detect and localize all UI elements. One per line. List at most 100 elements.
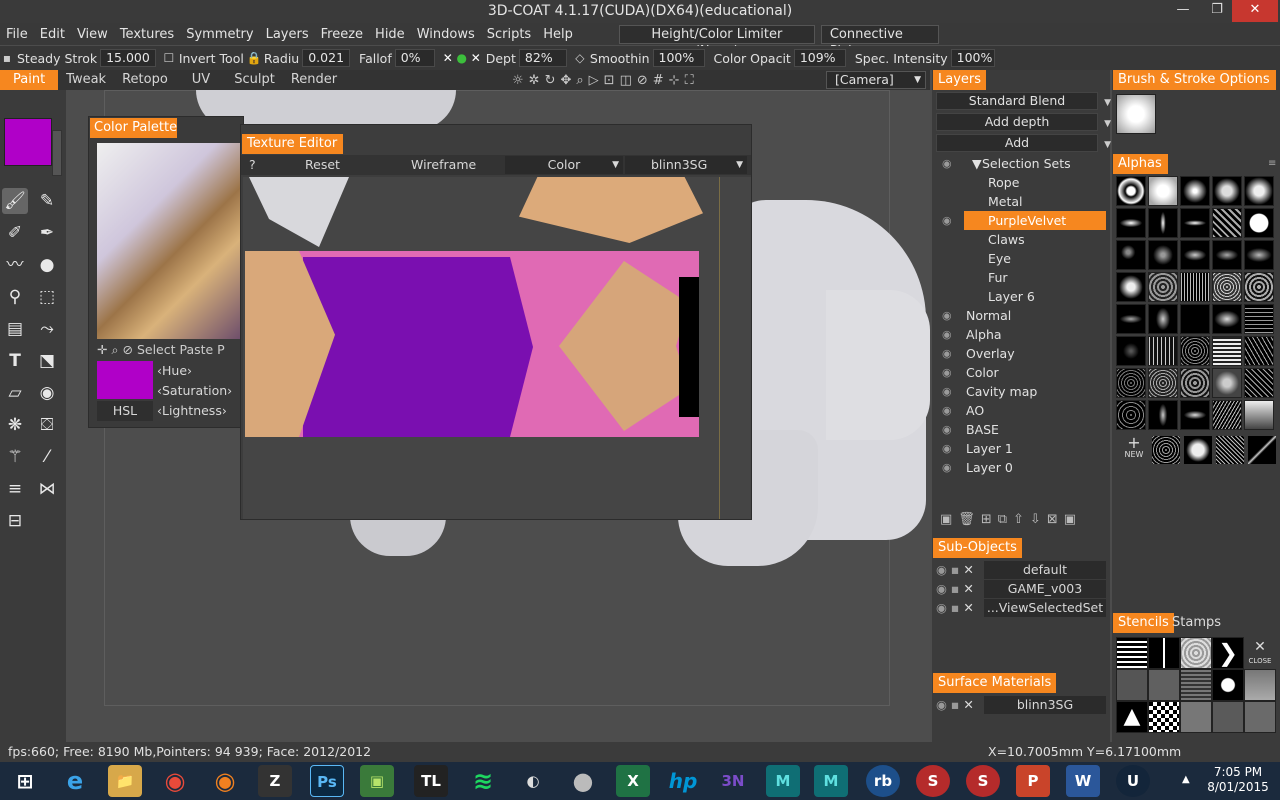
- tab-stencils[interactable]: Stencils: [1113, 613, 1174, 633]
- menu-layers[interactable]: Layers: [260, 27, 315, 42]
- powerpoint-icon[interactable]: P: [1016, 765, 1050, 797]
- alpha-thumb[interactable]: [1212, 304, 1242, 334]
- cube-icon[interactable]: ◫: [620, 73, 632, 88]
- alpha-thumb[interactable]: [1148, 176, 1178, 206]
- tab-retopo[interactable]: Retopo: [114, 70, 176, 90]
- play-icon[interactable]: ▷: [589, 73, 599, 88]
- add-dropdown[interactable]: Add ▼: [936, 134, 1111, 152]
- alpha-thumb[interactable]: [1212, 240, 1242, 270]
- picker-tool-icon[interactable]: ⁄: [34, 444, 60, 470]
- stencil-thumb[interactable]: [1180, 701, 1212, 733]
- alpha-thumb[interactable]: [1148, 368, 1178, 398]
- minimize-button[interactable]: —: [1168, 0, 1198, 22]
- eye-icon[interactable]: ◉: [942, 458, 952, 477]
- stencil-thumb[interactable]: [1244, 669, 1276, 701]
- current-color-swatch[interactable]: [97, 361, 153, 399]
- 3dcoat-icon[interactable]: ▣: [360, 765, 394, 797]
- select-paste-label[interactable]: Select Paste P: [137, 342, 225, 357]
- alpha-thumb[interactable]: [1116, 208, 1146, 238]
- explorer-icon[interactable]: 📁: [108, 765, 142, 797]
- spec-intensity-input[interactable]: 100%: [950, 49, 995, 67]
- unreal-icon[interactable]: U: [1116, 765, 1150, 797]
- measure-tool-icon[interactable]: ⊟: [2, 508, 28, 534]
- new-folder-icon[interactable]: ▣: [1064, 512, 1082, 527]
- tab-tweak[interactable]: Tweak: [58, 70, 114, 90]
- no-icon[interactable]: ⊘: [637, 73, 648, 88]
- alpha-thumb[interactable]: [1244, 400, 1274, 430]
- stencil-thumb[interactable]: [1180, 637, 1212, 669]
- stencil-thumb[interactable]: [1116, 669, 1148, 701]
- alpha-thumb[interactable]: [1212, 368, 1242, 398]
- tab-stamps[interactable]: Stamps: [1172, 615, 1221, 630]
- alpha-thumb[interactable]: [1212, 176, 1242, 206]
- steady-input[interactable]: 15.000: [100, 49, 156, 67]
- alpha-thumb[interactable]: [1116, 304, 1146, 334]
- layer-row[interactable]: ◉ Normal: [932, 306, 1110, 325]
- saturation-slider[interactable]: ‹Saturation›: [157, 381, 232, 401]
- alpha-thumb[interactable]: [1248, 436, 1276, 464]
- eye-icon[interactable]: ◉ ▪ ✕: [936, 696, 974, 714]
- material-dropdown[interactable]: blinn3SG ▼: [625, 156, 747, 174]
- alpha-thumb[interactable]: [1180, 272, 1210, 302]
- alpha-thumb[interactable]: [1148, 336, 1178, 366]
- menu-icon[interactable]: ≡: [1268, 158, 1276, 169]
- alpha-thumb[interactable]: [1180, 176, 1210, 206]
- alpha-thumb[interactable]: [1180, 208, 1210, 238]
- trash-icon[interactable]: 🗑: [958, 512, 981, 527]
- sun-icon[interactable]: ☼: [512, 73, 524, 88]
- maya-lt-icon[interactable]: M: [766, 765, 800, 797]
- brush-preview[interactable]: [1116, 94, 1156, 134]
- app-icon[interactable]: ●: [566, 765, 600, 797]
- firefox-icon[interactable]: ◉: [208, 765, 242, 797]
- ie-icon[interactable]: e: [58, 765, 92, 797]
- add-depth-dropdown[interactable]: Add depth ▼: [936, 113, 1111, 131]
- lock-icon[interactable]: 🔒: [247, 51, 262, 65]
- alpha-thumb[interactable]: [1180, 368, 1210, 398]
- zbrush-icon[interactable]: Z: [258, 765, 292, 797]
- alpha-thumb[interactable]: [1148, 240, 1178, 270]
- list-item[interactable]: Fur: [932, 268, 1110, 287]
- frame-icon[interactable]: ⊡: [604, 73, 615, 88]
- tl-icon[interactable]: TL: [414, 765, 448, 797]
- triangle-icon[interactable]: ▲: [1116, 701, 1148, 733]
- alpha-thumb[interactable]: [1212, 208, 1242, 238]
- up-arrow-icon[interactable]: ⇧: [1013, 512, 1030, 527]
- depth-input[interactable]: 82%: [518, 49, 567, 67]
- alpha-thumb[interactable]: [1180, 336, 1210, 366]
- invert-checkbox[interactable]: ☐: [162, 51, 176, 65]
- eye-icon[interactable]: ◉: [942, 325, 952, 344]
- eye-icon[interactable]: ◉: [942, 344, 952, 363]
- clear-icon[interactable]: ⊠: [1047, 512, 1064, 527]
- eye-icon[interactable]: ◉ ▪ ✕: [936, 580, 974, 598]
- chevron-right-icon[interactable]: ❯: [1212, 637, 1244, 669]
- list-item[interactable]: Eye: [932, 249, 1110, 268]
- airbrush-tool-icon[interactable]: ✐: [2, 220, 28, 246]
- radius-input[interactable]: 0.021: [302, 49, 351, 67]
- layer-row[interactable]: ◉ Alpha: [932, 325, 1110, 344]
- eraser-tool-icon[interactable]: ▱: [2, 380, 28, 406]
- substance-icon[interactable]: S: [916, 765, 950, 797]
- alpha-thumb[interactable]: [1212, 400, 1242, 430]
- substance-icon-2[interactable]: S: [966, 765, 1000, 797]
- folder-icon[interactable]: ▣: [940, 512, 958, 527]
- layer-row[interactable]: ◉ Overlay: [932, 344, 1110, 363]
- x-toggle-icon-2[interactable]: ✕: [469, 51, 483, 65]
- chrome-icon[interactable]: ◉: [158, 765, 192, 797]
- menu-windows[interactable]: Windows: [411, 27, 481, 42]
- hue-slider[interactable]: ‹Hue›: [157, 361, 192, 381]
- word-icon[interactable]: W: [1066, 765, 1100, 797]
- smudge-tool-icon[interactable]: 〰: [2, 252, 28, 278]
- move-icon[interactable]: ✥: [560, 73, 571, 88]
- copy-icon[interactable]: ⧉: [998, 512, 1013, 527]
- clock[interactable]: 7:05 PM 8/01/2015: [1206, 765, 1270, 795]
- alpha-thumb[interactable]: [1244, 336, 1274, 366]
- alpha-thumb[interactable]: [1244, 272, 1274, 302]
- camera-dropdown[interactable]: [Camera] ▼: [826, 71, 926, 89]
- photoshop-icon[interactable]: Ps: [310, 765, 344, 797]
- light-icon[interactable]: ✲: [529, 73, 540, 88]
- list-item[interactable]: Metal: [932, 192, 1110, 211]
- palette-image[interactable]: [97, 143, 243, 339]
- x-toggle-icon[interactable]: ✕: [441, 51, 455, 65]
- alpha-thumb[interactable]: [1212, 272, 1242, 302]
- rb-icon[interactable]: rb: [866, 765, 900, 797]
